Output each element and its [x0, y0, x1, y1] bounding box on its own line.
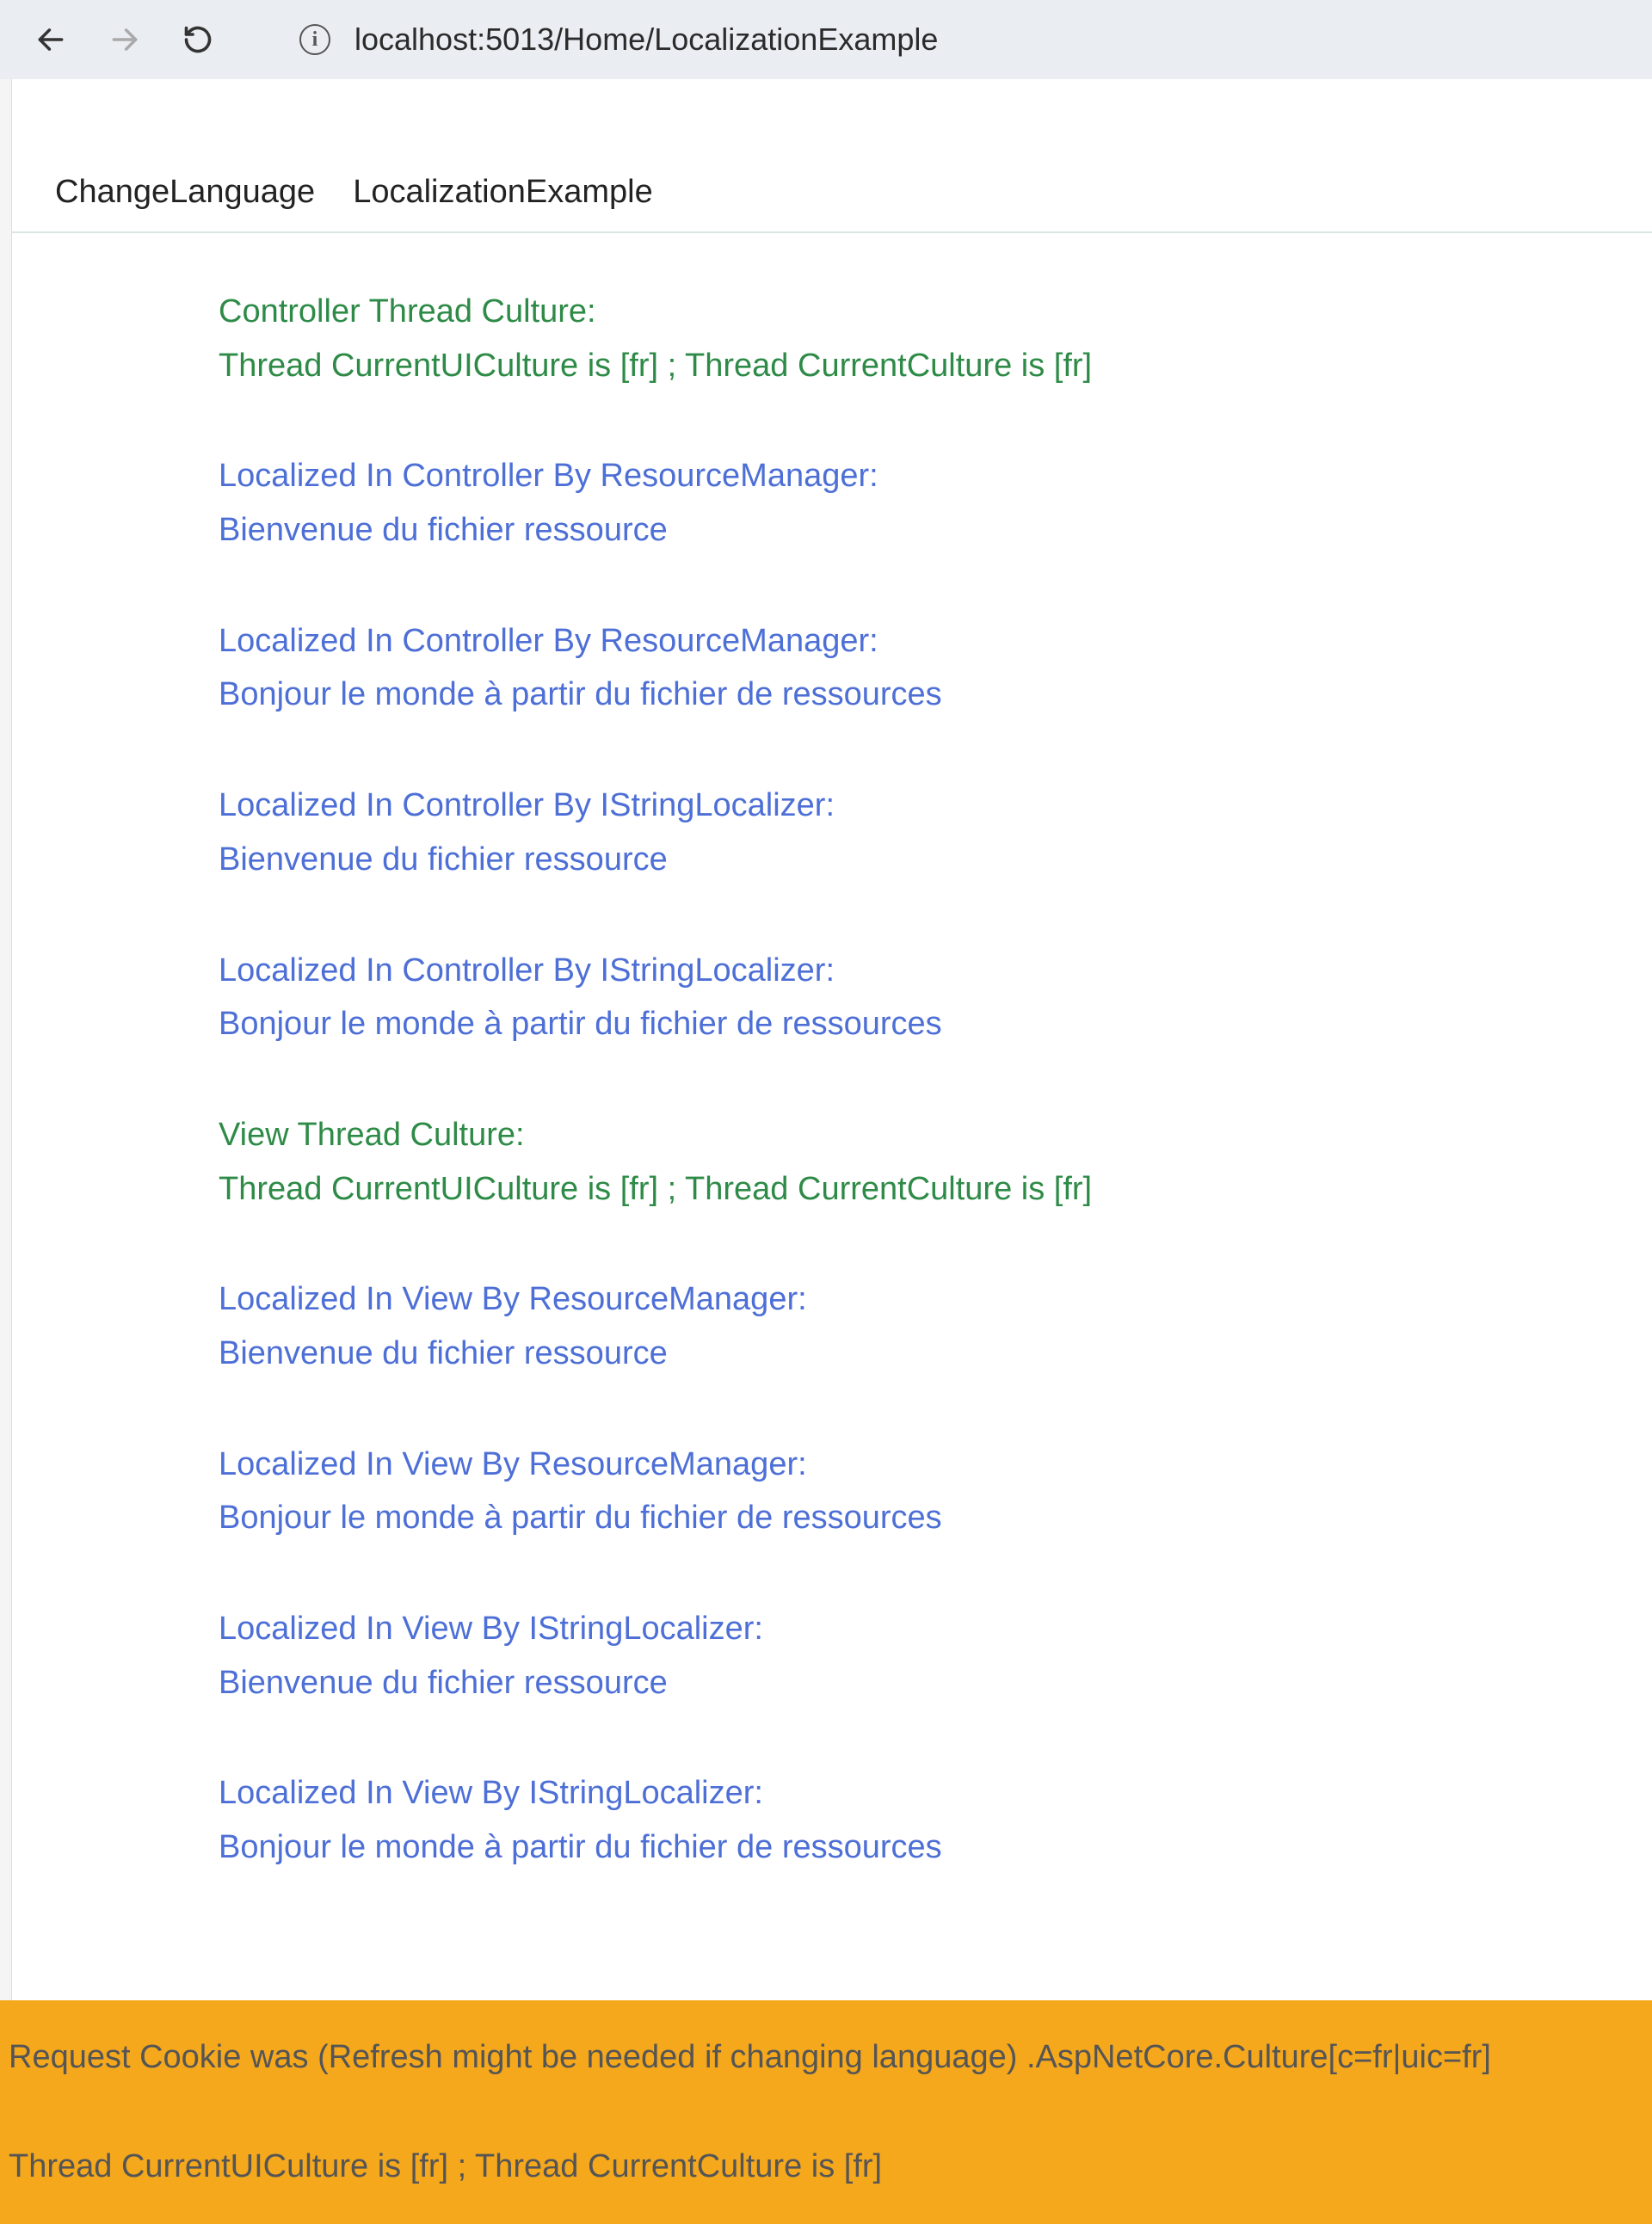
block-value: Thread CurrentUICulture is [fr] ; Thread… [219, 1162, 1652, 1217]
localization-block: Localized In View By IStringLocalizer:Bo… [219, 1766, 1652, 1874]
block-value: Bonjour le monde à partir du fichier de … [219, 1820, 1652, 1875]
localization-block: Controller Thread Culture:Thread Current… [219, 285, 1652, 392]
browser-nav-icons [34, 23, 213, 56]
block-value: Bonjour le monde à partir du fichier de … [219, 1491, 1652, 1545]
nav-link-localizationexample[interactable]: LocalizationExample [353, 174, 653, 211]
localization-block: Localized In View By IStringLocalizer:Bi… [219, 1602, 1652, 1710]
block-value: Bienvenue du fichier ressource [219, 503, 1652, 558]
localization-block: Localized In Controller By ResourceManag… [219, 449, 1652, 557]
forward-icon[interactable] [108, 23, 141, 56]
block-title: Localized In Controller By IStringLocali… [219, 944, 1652, 998]
footer-thread-text: Thread CurrentUICulture is [fr] ; Thread… [9, 2142, 1643, 2191]
localization-block: Localized In View By ResourceManager:Bon… [219, 1438, 1652, 1545]
browser-toolbar: i localhost:5013/Home/LocalizationExampl… [0, 0, 1652, 79]
site-info-icon[interactable]: i [299, 24, 330, 55]
localization-block: Localized In View By ResourceManager:Bie… [219, 1272, 1652, 1380]
block-title: Localized In Controller By ResourceManag… [219, 449, 1652, 503]
header-gap [12, 79, 1652, 174]
address-bar[interactable]: i localhost:5013/Home/LocalizationExampl… [299, 22, 938, 58]
block-title: Localized In View By IStringLocalizer: [219, 1602, 1652, 1656]
localization-block: Localized In Controller By IStringLocali… [219, 944, 1652, 1051]
localization-block: View Thread Culture:Thread CurrentUICult… [219, 1108, 1652, 1216]
nav-link-changelanguage[interactable]: ChangeLanguage [55, 174, 315, 211]
page-nav: ChangeLanguage LocalizationExample [12, 174, 1652, 233]
block-title: Localized In View By ResourceManager: [219, 1438, 1652, 1492]
block-title: View Thread Culture: [219, 1108, 1652, 1162]
window-edge-sliver [0, 0, 12, 2067]
block-value: Thread CurrentUICulture is [fr] ; Thread… [219, 339, 1652, 393]
url-text: localhost:5013/Home/LocalizationExample [354, 22, 938, 58]
block-value: Bienvenue du fichier ressource [219, 833, 1652, 887]
block-value: Bienvenue du fichier ressource [219, 1327, 1652, 1381]
main-content: Controller Thread Culture:Thread Current… [12, 233, 1652, 2000]
block-value: Bonjour le monde à partir du fichier de … [219, 997, 1652, 1051]
back-icon[interactable] [34, 23, 67, 56]
reload-icon[interactable] [182, 24, 213, 55]
localization-block: Localized In Controller By ResourceManag… [219, 614, 1652, 722]
block-title: Localized In Controller By IStringLocali… [219, 779, 1652, 833]
block-title: Localized In Controller By ResourceManag… [219, 614, 1652, 668]
block-title: Localized In View By IStringLocalizer: [219, 1766, 1652, 1820]
block-value: Bonjour le monde à partir du fichier de … [219, 668, 1652, 722]
footer-banner: Request Cookie was (Refresh might be nee… [0, 2000, 1652, 2224]
block-value: Bienvenue du fichier ressource [219, 1656, 1652, 1710]
footer-cookie-text: Request Cookie was (Refresh might be nee… [9, 2033, 1643, 2082]
block-title: Controller Thread Culture: [219, 285, 1652, 339]
localization-block: Localized In Controller By IStringLocali… [219, 779, 1652, 886]
block-title: Localized In View By ResourceManager: [219, 1272, 1652, 1327]
